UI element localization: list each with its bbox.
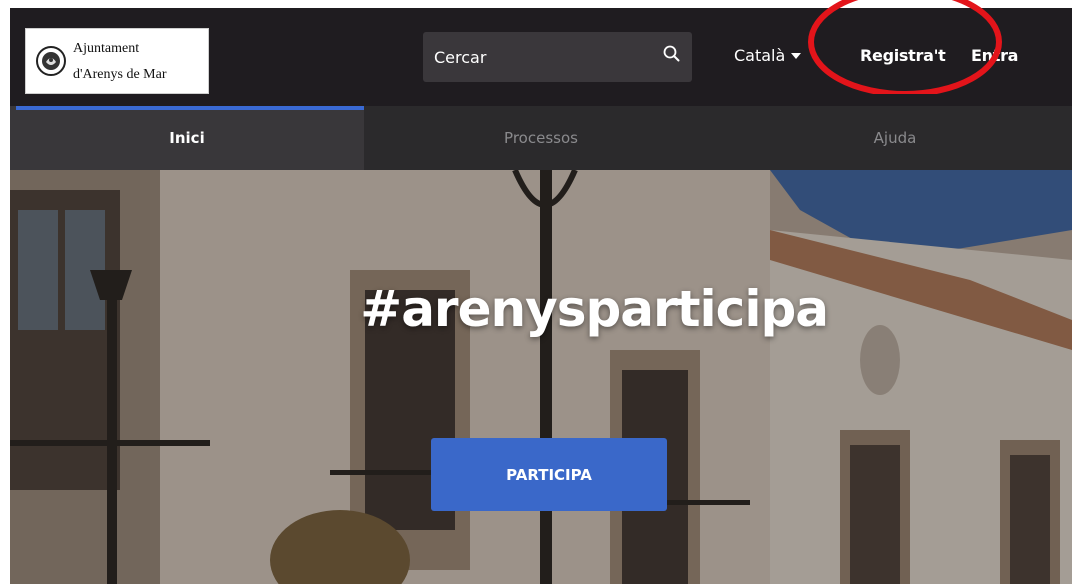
hero-background-photo bbox=[10, 170, 1072, 584]
search-box bbox=[423, 32, 692, 82]
tab-label: Inici bbox=[169, 129, 205, 147]
municipal-seal-icon bbox=[36, 46, 66, 76]
tab-label: Ajuda bbox=[873, 129, 917, 147]
search-input[interactable] bbox=[423, 32, 651, 82]
language-label: Català bbox=[734, 46, 786, 65]
logo-line-1: Ajuntament bbox=[73, 40, 140, 56]
hero-banner: #arenysparticipa PARTICIPA bbox=[10, 170, 1072, 584]
login-link[interactable]: Entra bbox=[971, 46, 1018, 65]
tab-label: Processos bbox=[504, 129, 578, 147]
tab-inici[interactable]: Inici bbox=[10, 106, 364, 170]
tab-ajuda[interactable]: Ajuda bbox=[718, 106, 1072, 170]
language-selector[interactable]: Català bbox=[734, 46, 802, 65]
main-navigation: Inici Processos Ajuda bbox=[10, 106, 1072, 170]
site-header: Ajuntament d'Arenys de Mar Català Regist… bbox=[10, 8, 1072, 106]
hero-title: #arenysparticipa bbox=[360, 280, 829, 338]
municipality-logo[interactable]: Ajuntament d'Arenys de Mar bbox=[25, 28, 209, 94]
caret-down-icon bbox=[791, 52, 802, 59]
logo-line-2: d'Arenys de Mar bbox=[73, 66, 167, 82]
register-link[interactable]: Registra't bbox=[860, 46, 946, 65]
logo-text: Ajuntament d'Arenys de Mar bbox=[73, 29, 167, 94]
participa-button[interactable]: PARTICIPA bbox=[431, 438, 667, 511]
browser-viewport: Ajuntament d'Arenys de Mar Català Regist… bbox=[0, 0, 1072, 584]
search-icon[interactable] bbox=[662, 44, 682, 64]
tab-processos[interactable]: Processos bbox=[364, 106, 718, 170]
